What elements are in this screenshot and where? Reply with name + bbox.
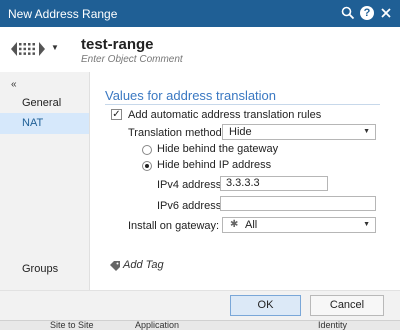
section-divider <box>105 104 380 105</box>
install-on-gateway-value: All <box>245 219 258 231</box>
hide-behind-gateway-label[interactable]: Hide behind the gateway <box>157 143 278 155</box>
translation-method-select[interactable]: Hide ▼ <box>222 124 376 140</box>
object-comment-field[interactable]: Enter Object Comment <box>81 54 183 65</box>
chevron-down-icon: ▼ <box>363 128 370 135</box>
install-on-gateway-label: Install on gateway: <box>128 220 220 232</box>
asterisk-icon: ✱ <box>230 219 239 230</box>
help-icon[interactable]: ? <box>358 4 376 22</box>
chevron-down-icon[interactable]: ▼ <box>51 43 59 52</box>
hide-behind-ip-label[interactable]: Hide behind IP address <box>157 159 271 171</box>
section-title: Values for address translation <box>105 88 277 103</box>
search-icon[interactable] <box>339 4 357 22</box>
ipv6-address-label: IPv6 address: <box>157 200 225 212</box>
hide-behind-gateway-radio[interactable] <box>142 145 152 155</box>
title-bar: New Address Range ? <box>0 0 400 27</box>
sidebar-item-groups[interactable]: Groups <box>22 263 58 275</box>
ipv4-address-input[interactable]: 3.3.3.3 <box>220 176 328 191</box>
sidebar: « General NAT Groups <box>0 72 90 290</box>
object-header: ▼ test-range Enter Object Comment <box>0 27 400 71</box>
collapse-icon[interactable]: « <box>11 79 17 90</box>
translation-method-label: Translation method: <box>128 127 225 139</box>
sidebar-item-nat[interactable]: NAT <box>0 113 89 134</box>
add-tag-link[interactable]: Add Tag <box>123 259 164 271</box>
tag-icon[interactable] <box>110 261 120 274</box>
hide-behind-ip-radio[interactable] <box>142 161 152 171</box>
auto-translation-checkbox[interactable]: ✓ <box>111 109 122 120</box>
translation-method-value: Hide <box>229 126 252 138</box>
object-name[interactable]: test-range <box>81 36 154 53</box>
install-on-gateway-select[interactable]: ✱ All ▼ <box>222 217 376 233</box>
ok-button[interactable]: OK <box>230 295 301 316</box>
auto-translation-label[interactable]: Add automatic address translation rules <box>128 109 321 121</box>
ipv4-address-label: IPv4 address: <box>157 179 225 191</box>
cancel-button[interactable]: Cancel <box>310 295 384 316</box>
dialog-footer: OK Cancel <box>0 290 400 321</box>
close-icon[interactable] <box>377 4 395 22</box>
address-range-icon[interactable] <box>10 39 46 59</box>
window-title: New Address Range <box>8 7 118 21</box>
ipv6-address-input[interactable] <box>220 196 376 211</box>
nat-panel: Values for address translation ✓ Add aut… <box>90 72 400 290</box>
sidebar-item-general[interactable]: General <box>0 93 89 114</box>
chevron-down-icon: ▼ <box>363 221 370 228</box>
